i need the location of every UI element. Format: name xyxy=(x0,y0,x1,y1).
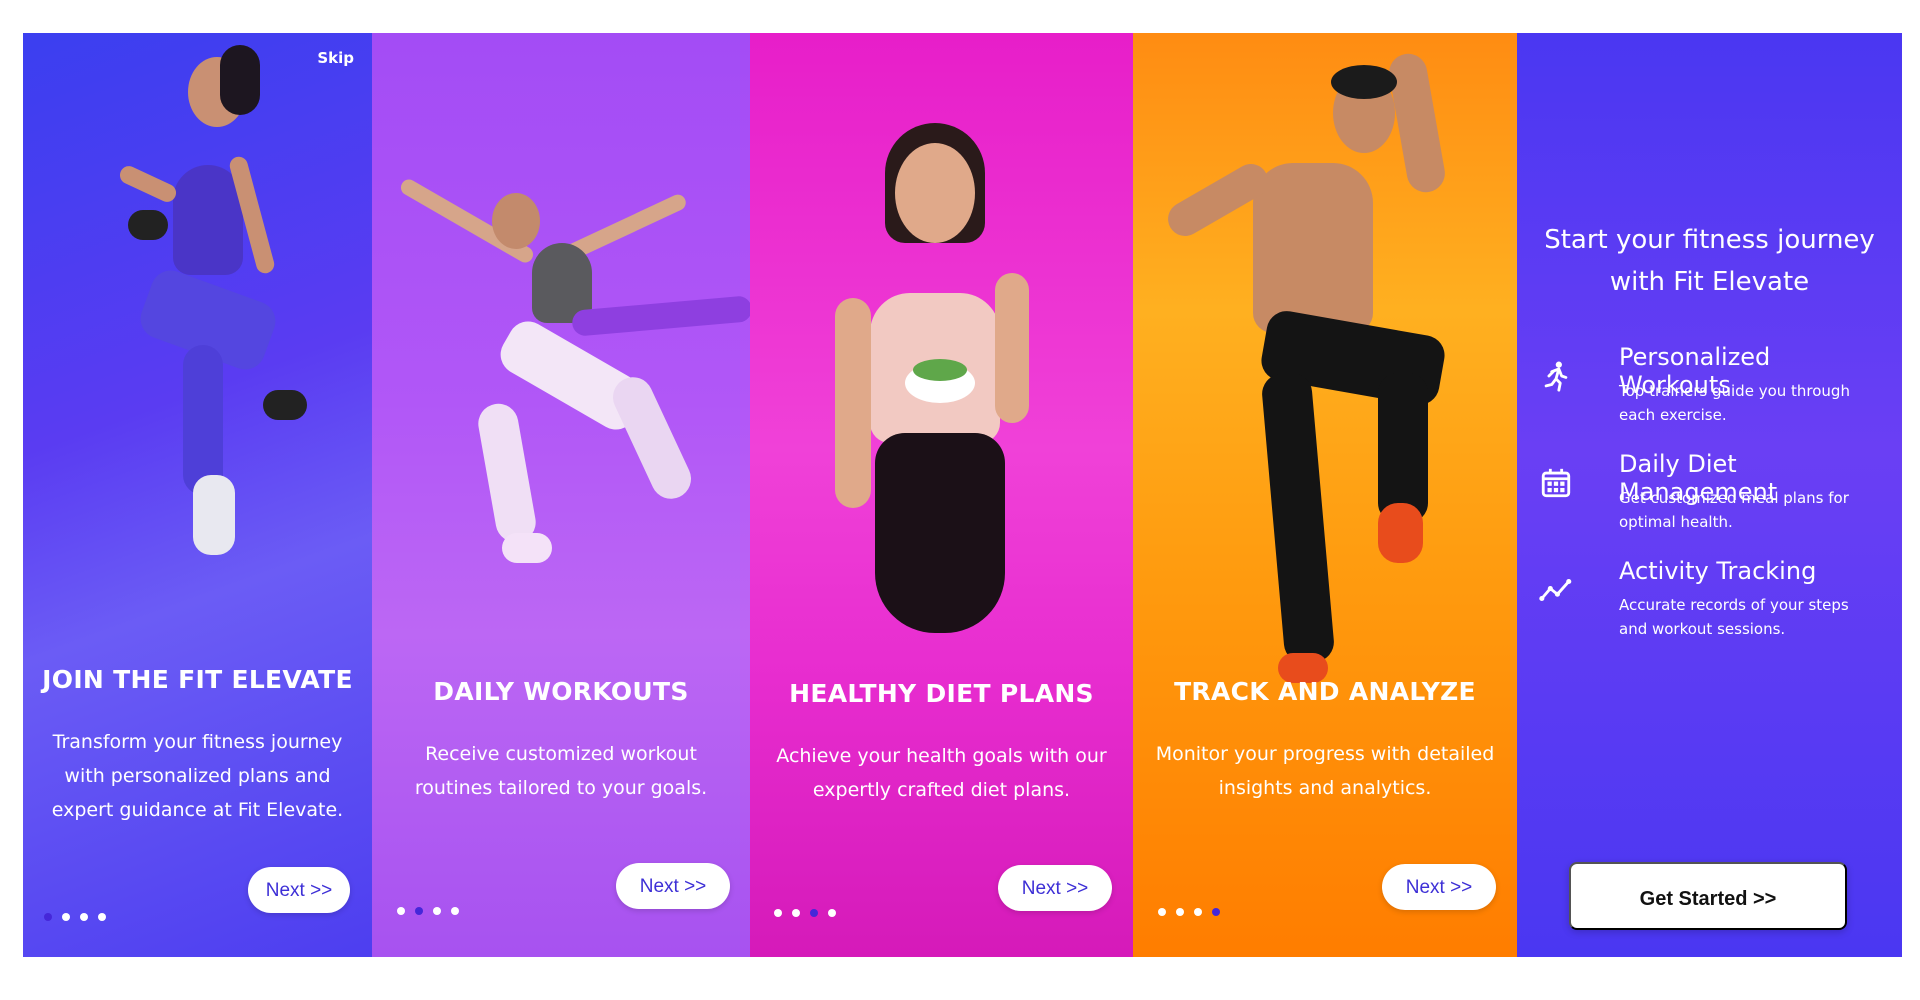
next-button[interactable]: Next >> xyxy=(248,867,350,913)
screen-description: Monitor your progress with detailed insi… xyxy=(1155,743,1495,799)
page-indicator xyxy=(774,909,836,917)
screen-description: Achieve your health goals with our exper… xyxy=(776,745,1107,801)
screen-title: HEALTHY DIET PLANS xyxy=(789,679,1094,708)
feature-description: Get customized meal plans for optimal he… xyxy=(1619,489,1849,531)
feature-description: Top trainers guide you through each exer… xyxy=(1619,382,1850,424)
next-button[interactable]: Next >> xyxy=(998,865,1112,911)
onboarding-screen-get-started: Start your fitness journey with Fit Elev… xyxy=(1517,33,1902,957)
page-dot xyxy=(1212,908,1220,916)
screen-title: JOIN THE FIT ELEVATE xyxy=(42,665,353,694)
page-dot xyxy=(1194,908,1202,916)
screen-description: Receive customized workout routines tail… xyxy=(414,743,708,799)
man-jumping-photo xyxy=(1153,50,1483,693)
page-dot xyxy=(451,907,459,915)
page-dot xyxy=(44,913,52,921)
onboarding-screen-track: TRACK AND ANALYZE Monitor your progress … xyxy=(1133,33,1517,957)
screen-title: DAILY WORKOUTS xyxy=(433,677,689,706)
screen-title: TRACK AND ANALYZE xyxy=(1174,677,1476,706)
page-dot xyxy=(810,909,818,917)
page-dot xyxy=(792,909,800,917)
next-button[interactable]: Next >> xyxy=(616,863,730,909)
feature-activity-tracking: Activity Tracking Accurate records of yo… xyxy=(1539,557,1888,657)
feature-personalized-workouts: Personalized Workouts Top trainers guide… xyxy=(1539,343,1888,443)
page-dot xyxy=(1176,908,1184,916)
runner-icon xyxy=(1544,361,1568,392)
page-dot xyxy=(98,913,106,921)
screen-description: Transform your fitness journey with pers… xyxy=(51,731,344,821)
page-dot xyxy=(415,907,423,915)
page-dot xyxy=(774,909,782,917)
feature-description: Accurate records of your steps and worko… xyxy=(1619,596,1849,638)
page-dot xyxy=(80,913,88,921)
page-dot xyxy=(62,913,70,921)
trend-line-icon xyxy=(1539,578,1572,602)
page-dot xyxy=(397,907,405,915)
onboarding-screen-workouts: DAILY WORKOUTS Receive customized workou… xyxy=(372,33,750,957)
intro-heading: Start your fitness journey with Fit Elev… xyxy=(1544,225,1875,297)
calendar-icon xyxy=(1541,468,1571,498)
onboarding-screen-join: Skip JOIN THE FIT ELEVATE Transform your… xyxy=(23,33,372,957)
onboarding-screen-diet: HEALTHY DIET PLANS Achieve your health g… xyxy=(750,33,1133,957)
page-indicator xyxy=(397,907,459,915)
woman-with-dumbbells-photo xyxy=(78,45,328,575)
page-indicator xyxy=(44,913,106,921)
feature-title: Activity Tracking xyxy=(1619,557,1817,585)
page-dot xyxy=(828,909,836,917)
get-started-button[interactable]: Get Started >> xyxy=(1569,862,1847,930)
onboarding-strip: Skip JOIN THE FIT ELEVATE Transform your… xyxy=(23,33,1902,957)
woman-with-salad-photo xyxy=(835,123,1065,643)
page-dot xyxy=(1158,908,1166,916)
page-dot xyxy=(433,907,441,915)
woman-running-photo xyxy=(392,153,750,613)
page-indicator xyxy=(1158,908,1220,916)
feature-daily-diet: Daily Diet Management Get customized mea… xyxy=(1539,450,1888,550)
next-button[interactable]: Next >> xyxy=(1382,864,1496,910)
